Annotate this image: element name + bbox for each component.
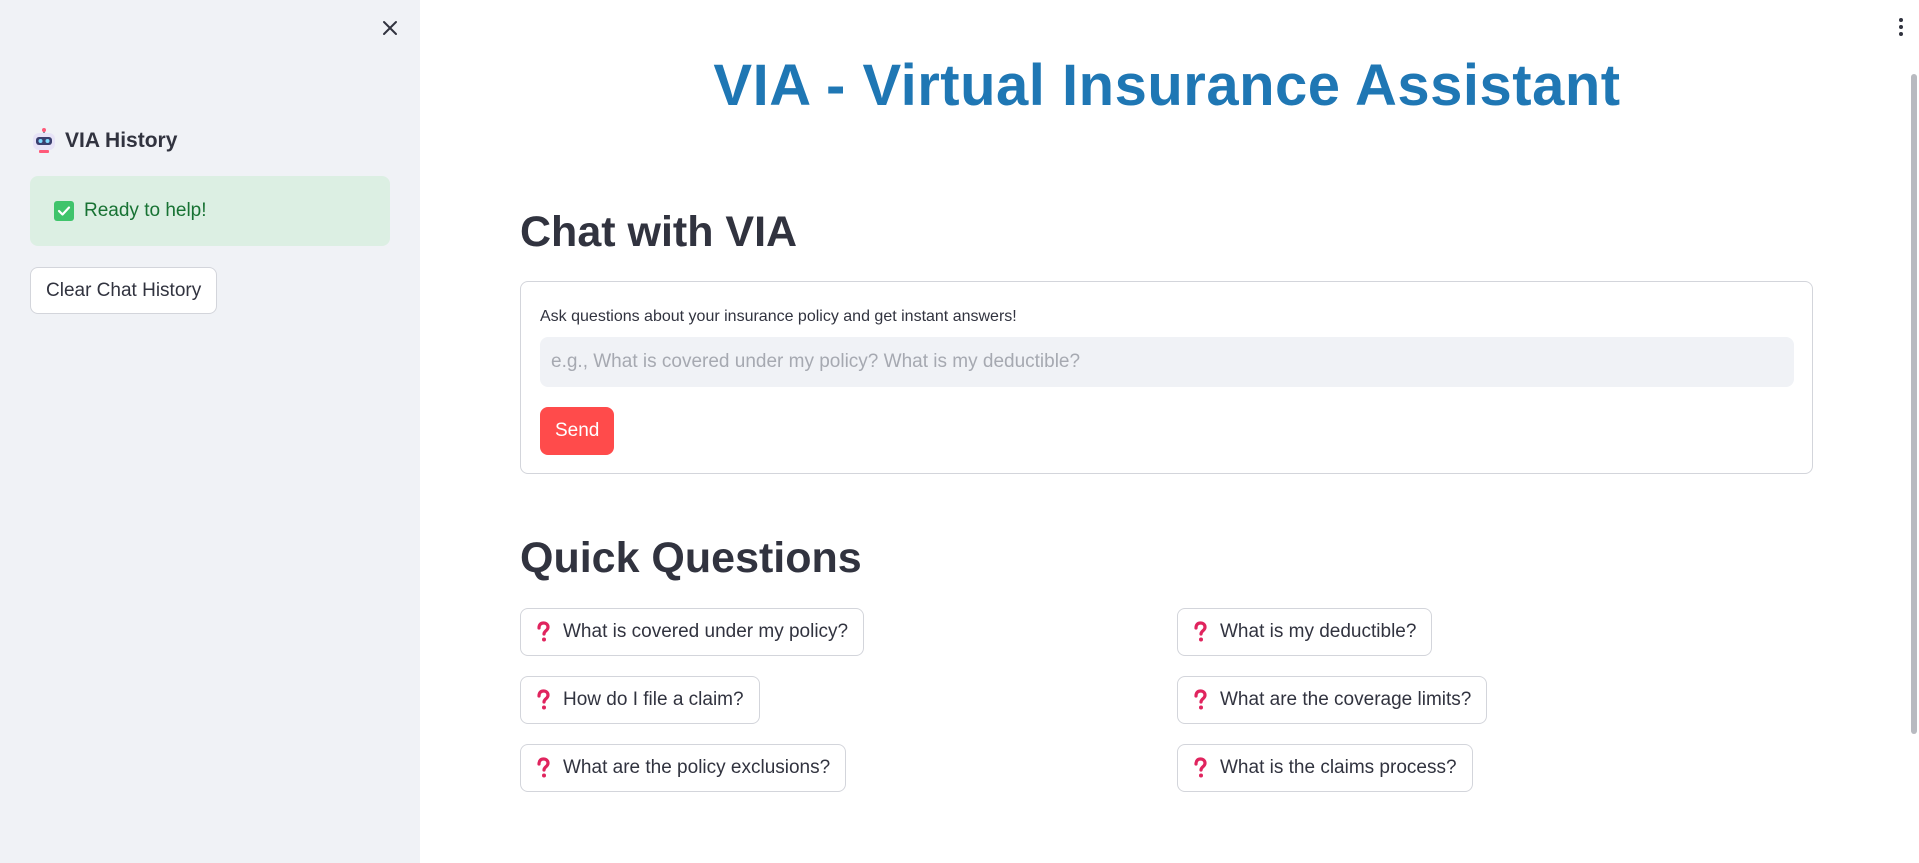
quick-question-label: What is covered under my policy?: [563, 621, 849, 642]
check-icon: [54, 201, 74, 221]
close-sidebar-button[interactable]: [376, 14, 404, 42]
quick-question-button[interactable]: What are the policy exclusions?: [520, 744, 847, 792]
clear-chat-history-button[interactable]: Clear Chat History: [30, 267, 218, 314]
sidebar: VIA History Ready to help! Clear Chat Hi…: [0, 0, 420, 863]
quick-question-button[interactable]: What is my deductible?: [1177, 608, 1433, 656]
chat-form: Ask questions about your insurance polic…: [520, 281, 1813, 474]
close-icon: [383, 21, 397, 35]
quick-question-button[interactable]: How do I file a claim?: [520, 676, 760, 724]
chat-input[interactable]: [540, 337, 1794, 387]
quick-question-label: What is my deductible?: [1220, 621, 1417, 642]
quick-question-label: How do I file a claim?: [563, 689, 744, 710]
question-mark-icon: [537, 757, 550, 778]
main-content: VIA - Virtual Insurance Assistant Chat w…: [420, 0, 1919, 863]
quick-question-label: What are the policy exclusions?: [563, 757, 831, 778]
quick-question-label: What is the claims process?: [1220, 757, 1457, 778]
more-vertical-icon: [1899, 18, 1903, 22]
sidebar-title: VIA History: [31, 128, 177, 154]
quick-questions-heading: Quick Questions: [520, 534, 862, 582]
question-mark-icon: [537, 689, 550, 710]
sidebar-title-text: VIA History: [65, 129, 178, 152]
quick-question-button[interactable]: What is covered under my policy?: [520, 608, 865, 656]
status-text: Ready to help!: [84, 200, 207, 221]
question-mark-icon: [537, 621, 550, 642]
send-button[interactable]: Send: [540, 407, 615, 455]
quick-question-label: What are the coverage limits?: [1220, 689, 1472, 710]
quick-question-button[interactable]: What are the coverage limits?: [1177, 676, 1488, 724]
question-mark-icon: [1194, 621, 1207, 642]
question-mark-icon: [1194, 757, 1207, 778]
scrollbar[interactable]: [1911, 74, 1917, 734]
more-vertical-icon-dot: [1899, 25, 1903, 29]
more-vertical-icon-dot: [1899, 32, 1903, 36]
app-title: VIA - Virtual Insurance Assistant: [713, 53, 1621, 118]
quick-question-button[interactable]: What is the claims process?: [1177, 744, 1473, 792]
robot-icon: [33, 128, 55, 153]
chat-input-label: Ask questions about your insurance polic…: [540, 308, 1017, 325]
question-mark-icon: [1194, 689, 1207, 710]
main-menu-button[interactable]: [1893, 14, 1909, 40]
chat-heading: Chat with VIA: [520, 208, 798, 256]
status-alert: Ready to help!: [30, 176, 390, 246]
